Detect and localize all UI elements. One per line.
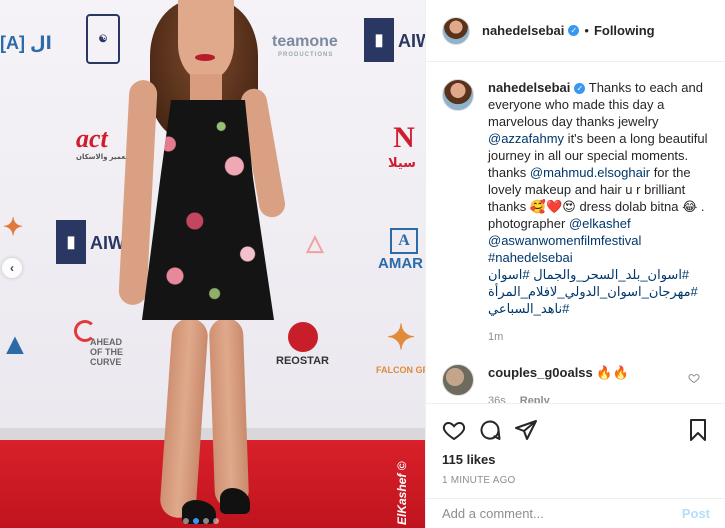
falcon-mark: ✦	[386, 320, 416, 357]
logo-ahead-1: AHEAD	[90, 337, 123, 347]
avatar[interactable]	[442, 16, 470, 45]
person-neck	[190, 74, 222, 104]
mention-link[interactable]: @elkashef	[569, 216, 631, 231]
comment-time[interactable]: 36s	[488, 393, 506, 403]
header-separator: •	[584, 23, 589, 38]
comment-input[interactable]	[442, 506, 682, 521]
logo-ahead-3: CURVE	[90, 357, 122, 367]
comment-text: 🔥🔥	[592, 365, 629, 380]
seila-mark: N	[393, 121, 415, 154]
share-send-icon[interactable]	[514, 418, 538, 442]
mention-link[interactable]: @azzafahmy	[488, 131, 564, 146]
comment-bubble-icon[interactable]	[478, 418, 502, 442]
logo-amar: AMAR	[378, 255, 423, 272]
carousel-dot	[183, 518, 189, 524]
post-photo[interactable]: [A] ال ☯ teamone PRODUCTIONS ▮ AIWI act …	[0, 0, 425, 528]
carousel-indicator	[183, 518, 219, 524]
post-side-panel: nahedelsebai ✓ • Following nahedelsebai ✓…	[425, 0, 725, 528]
header-username[interactable]: nahedelsebai	[482, 23, 564, 38]
mention-link[interactable]: @mahmud.elsoghair	[530, 165, 650, 180]
comment-item: couples_g0oalss 🔥🔥 36s Reply	[442, 364, 710, 403]
post-comment-button[interactable]: Post	[682, 506, 710, 521]
emblem-logo: ☯	[86, 14, 120, 64]
caption-username[interactable]: nahedelsebai	[488, 80, 570, 95]
following-button[interactable]: Following	[594, 23, 655, 38]
post-header: nahedelsebai ✓ • Following	[426, 0, 725, 62]
verified-badge-icon: ✓	[574, 83, 586, 94]
previous-photo-button[interactable]: ‹	[2, 258, 22, 278]
reply-button[interactable]: Reply	[520, 393, 550, 403]
comment-body: couples_g0oalss 🔥🔥 36s Reply	[488, 364, 678, 403]
falcon-mark-left: ✦	[2, 214, 24, 241]
hashtag-link[interactable]: #اسوان_بلد_السحر_والجمال #اسوان	[488, 267, 689, 282]
post-actions: 115 likes 1 MINUTE AGO	[426, 403, 725, 505]
person-lips	[195, 54, 215, 61]
reostar-mark	[288, 322, 318, 352]
commenter-avatar[interactable]	[442, 364, 474, 396]
action-icons	[442, 412, 710, 448]
mention-link[interactable]: @aswanwomenfilmfestival	[488, 233, 641, 248]
hashtag-link[interactable]: #مهرجان_اسوان_الدولي_لافلام_المرأة	[488, 284, 698, 299]
comments-section[interactable]: nahedelsebai ✓ Thanks to each and everyon…	[426, 63, 725, 403]
amar-mark: A	[390, 228, 418, 254]
aiwi-mark-top: ▮	[364, 18, 394, 62]
logo-reostar: REOSTAR	[276, 355, 329, 367]
logo-top-left: [A] ال	[0, 33, 52, 53]
posted-time[interactable]: 1 MINUTE AGO	[442, 475, 710, 486]
hashtag-link[interactable]: #ناهد_السباعي	[488, 301, 569, 316]
comment-like-heart-icon[interactable]	[688, 372, 700, 384]
comment-username[interactable]: couples_g0oalss	[488, 365, 593, 380]
carousel-dot	[203, 518, 209, 524]
likes-count[interactable]: 115 likes	[442, 452, 710, 467]
person-face	[178, 0, 234, 80]
logo-teamone: teamone	[272, 33, 338, 50]
comment-meta: 36s Reply	[488, 393, 678, 403]
carousel-dot	[213, 518, 219, 524]
caption-avatar[interactable]	[442, 79, 474, 111]
like-heart-icon[interactable]	[442, 418, 466, 442]
hashtag-link[interactable]: #nahedelsebai	[488, 250, 573, 265]
chevron-left-icon: ‹	[10, 261, 14, 275]
aiwi-mark-mid: ▮	[56, 220, 86, 264]
caption-body: nahedelsebai ✓ Thanks to each and everyon…	[488, 79, 710, 346]
logo-ahead-2: OF THE	[90, 347, 123, 357]
logo-aiwi-top: AIWI	[398, 31, 425, 51]
logo-act: act	[76, 124, 108, 153]
carousel-dot-active	[193, 518, 199, 524]
photographer-watermark: ElKashef ©	[395, 461, 409, 525]
tower-mark: ▲	[0, 328, 30, 361]
logo-teamone-sub: PRODUCTIONS	[278, 52, 334, 58]
pink-mark: △	[306, 230, 324, 255]
logo-seila: سيلا	[388, 155, 416, 170]
person-leg-right	[208, 317, 250, 509]
logo-falcon: FALCON GROUP	[376, 365, 425, 375]
bookmark-icon[interactable]	[686, 418, 710, 442]
add-comment-bar: Post	[426, 498, 725, 528]
caption-time[interactable]: 1m	[488, 329, 710, 346]
verified-badge-icon: ✓	[568, 25, 580, 36]
caption: nahedelsebai ✓ Thanks to each and everyon…	[442, 79, 710, 346]
